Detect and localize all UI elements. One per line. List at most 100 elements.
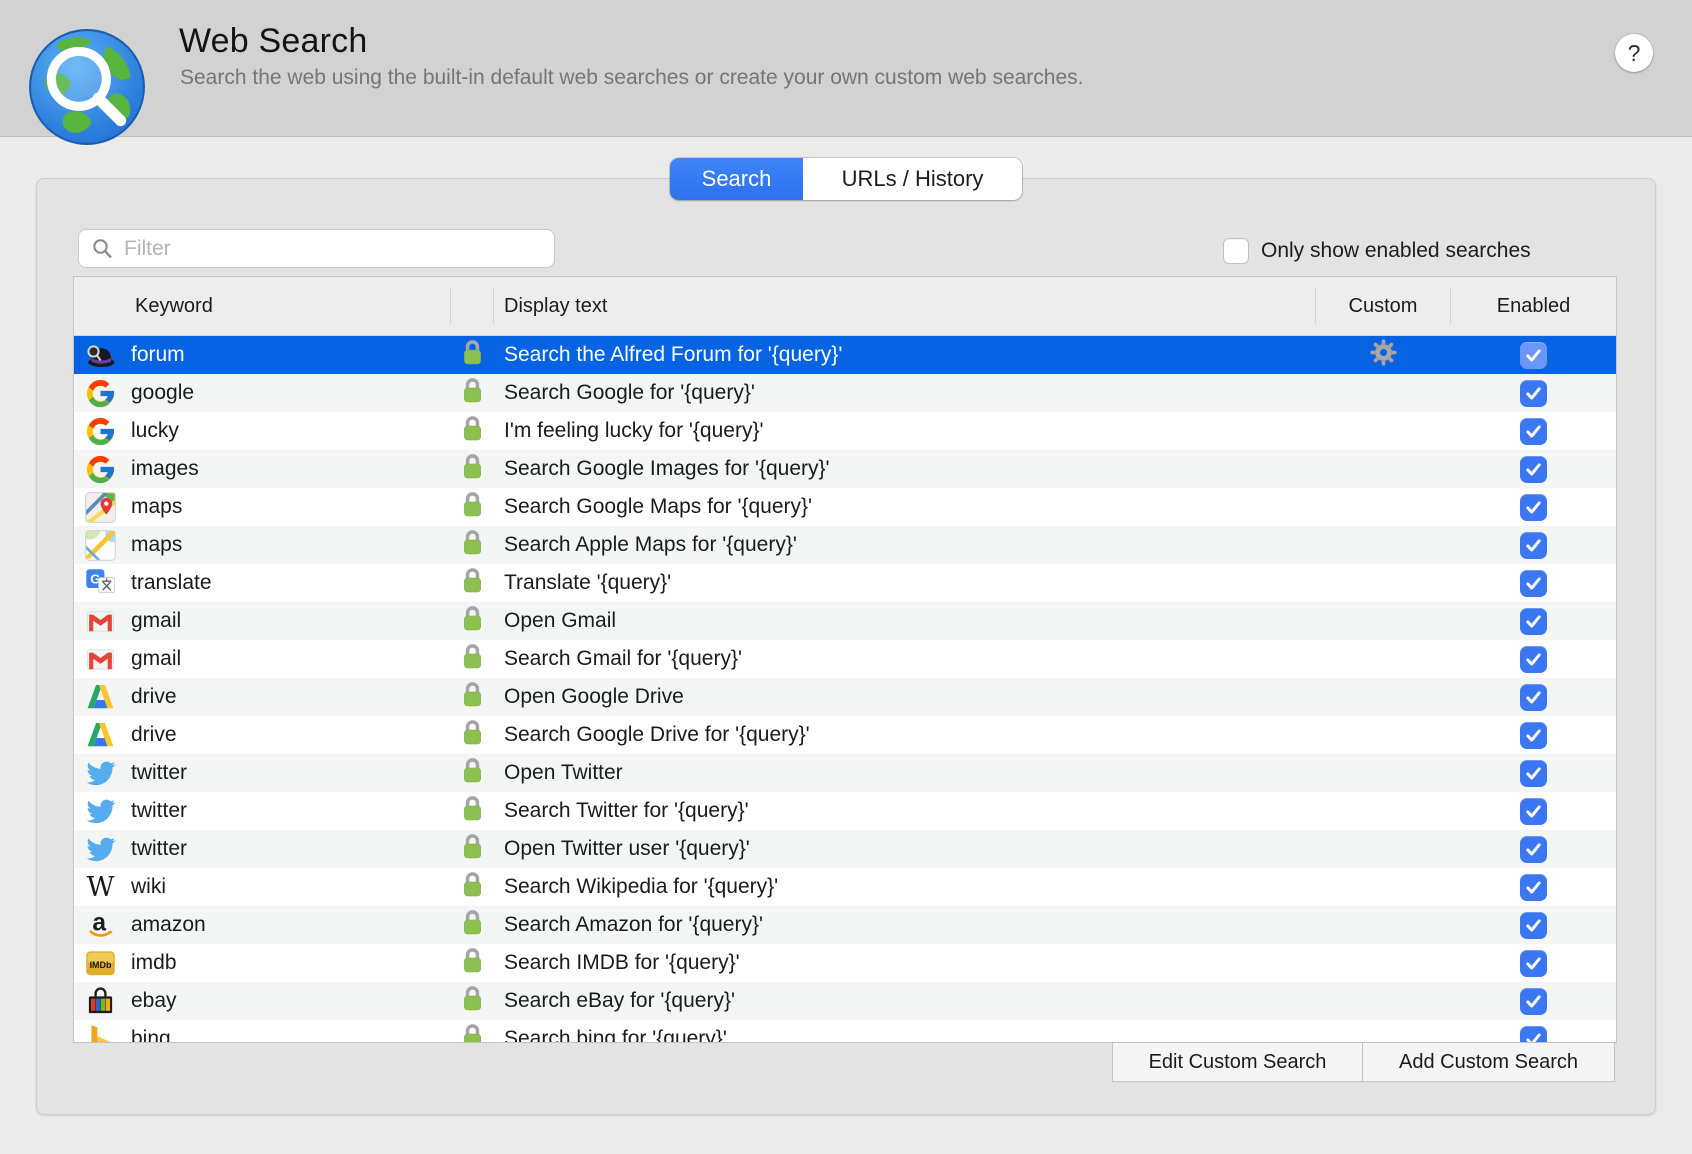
- keyword-cell: Wwiki: [74, 871, 451, 903]
- table-row[interactable]: WwikiSearch Wikipedia for '{query}': [74, 868, 1616, 906]
- table-row[interactable]: mapsSearch Google Maps for '{query}': [74, 488, 1616, 526]
- svg-text:a: a: [92, 910, 106, 937]
- filter-input[interactable]: [124, 237, 524, 261]
- table-row[interactable]: maps Search Apple Maps for '{query}': [74, 526, 1616, 564]
- enabled-checkbox[interactable]: [1520, 608, 1547, 635]
- keyword-text: gmail: [131, 647, 181, 671]
- table-row[interactable]: IMDbimdbSearch IMDB for '{query}': [74, 944, 1616, 982]
- keyword-text: twitter: [131, 799, 187, 823]
- searches-table: Keyword Display text Custom Enabled foru…: [73, 276, 1617, 1043]
- page-subtitle: Search the web using the built-in defaul…: [180, 66, 1083, 90]
- enabled-checkbox[interactable]: [1520, 342, 1547, 369]
- google-icon: [84, 377, 117, 409]
- enabled-checkbox[interactable]: [1520, 418, 1547, 445]
- filter-field[interactable]: [78, 229, 555, 268]
- enabled-cell: [1451, 760, 1616, 787]
- lock-icon: [462, 376, 483, 410]
- google-maps-icon: [84, 491, 117, 523]
- table-row[interactable]: forumSearch the Alfred Forum for '{query…: [74, 336, 1616, 374]
- enabled-checkbox[interactable]: [1520, 646, 1547, 673]
- table-row[interactable]: luckyI'm feeling lucky for '{query}': [74, 412, 1616, 450]
- svg-text:IMDb: IMDb: [90, 960, 112, 970]
- table-row[interactable]: twitterOpen Twitter: [74, 754, 1616, 792]
- enabled-cell: [1451, 874, 1616, 901]
- lock-icon: [462, 680, 483, 714]
- bing-icon: [84, 1023, 117, 1043]
- table-row[interactable]: twitterSearch Twitter for '{query}': [74, 792, 1616, 830]
- display-text-cell: Open Gmail: [494, 609, 1316, 633]
- enabled-cell: [1451, 684, 1616, 711]
- keyword-text: drive: [131, 685, 177, 709]
- column-header-keyword[interactable]: Keyword: [74, 288, 451, 324]
- lock-cell: [451, 718, 494, 752]
- lock-cell: [451, 414, 494, 448]
- lock-cell: [451, 946, 494, 980]
- enabled-checkbox[interactable]: [1520, 950, 1547, 977]
- lock-icon: [462, 756, 483, 790]
- keyword-text: translate: [131, 571, 212, 595]
- enabled-checkbox[interactable]: [1520, 494, 1547, 521]
- enabled-checkbox[interactable]: [1520, 456, 1547, 483]
- enabled-checkbox[interactable]: [1520, 912, 1547, 939]
- edit-custom-search-button[interactable]: Edit Custom Search: [1112, 1042, 1363, 1082]
- table-row[interactable]: aamazon Search Amazon for '{query}': [74, 906, 1616, 944]
- table-row[interactable]: imagesSearch Google Images for '{query}': [74, 450, 1616, 488]
- globe-search-icon: [26, 26, 148, 148]
- keyword-text: lucky: [131, 419, 179, 443]
- keyword-cell: google: [74, 377, 451, 409]
- column-header-lock[interactable]: [451, 288, 494, 324]
- keyword-cell: maps: [74, 529, 451, 561]
- tab-urls-history[interactable]: URLs / History: [803, 158, 1022, 200]
- tab-search[interactable]: Search: [670, 158, 803, 200]
- only-show-enabled: Only show enabled searches: [1223, 238, 1531, 264]
- only-show-enabled-checkbox[interactable]: [1223, 238, 1249, 264]
- display-text-cell: Open Twitter user '{query}': [494, 837, 1316, 861]
- lock-cell: [451, 452, 494, 486]
- enabled-checkbox[interactable]: [1520, 836, 1547, 863]
- display-text-cell: Search Apple Maps for '{query}': [494, 533, 1316, 557]
- enabled-checkbox[interactable]: [1520, 570, 1547, 597]
- web-search-preferences-window: Web Search Search the web using the buil…: [0, 0, 1692, 1154]
- lock-icon: [462, 338, 483, 372]
- magnifier-icon: [91, 237, 115, 261]
- keyword-text: forum: [131, 343, 185, 367]
- enabled-checkbox[interactable]: [1520, 380, 1547, 407]
- page-title: Web Search: [179, 22, 367, 61]
- enabled-checkbox[interactable]: [1520, 532, 1547, 559]
- alfred-hat-icon: [84, 339, 117, 371]
- table-row[interactable]: gmailSearch Gmail for '{query}': [74, 640, 1616, 678]
- gmail-icon: [84, 643, 117, 675]
- column-header-custom[interactable]: Custom: [1316, 288, 1451, 324]
- enabled-checkbox[interactable]: [1520, 798, 1547, 825]
- enabled-checkbox[interactable]: [1520, 988, 1547, 1015]
- column-header-display-text[interactable]: Display text: [494, 288, 1316, 324]
- column-header-enabled[interactable]: Enabled: [1451, 295, 1616, 318]
- table-row[interactable]: google Search Google for '{query}': [74, 374, 1616, 412]
- keyword-cell: gmail: [74, 643, 451, 675]
- keyword-cell: aamazon: [74, 909, 451, 941]
- help-button[interactable]: ?: [1615, 34, 1653, 72]
- table-row[interactable]: GtranslateTranslate '{query}': [74, 564, 1616, 602]
- table-row[interactable]: twitterOpen Twitter user '{query}': [74, 830, 1616, 868]
- keyword-cell: bing: [74, 1023, 451, 1043]
- keyword-text: bing: [131, 1027, 171, 1043]
- table-row[interactable]: driveSearch Google Drive for '{query}': [74, 716, 1616, 754]
- table-row[interactable]: driveOpen Google Drive: [74, 678, 1616, 716]
- display-text-cell: Search Amazon for '{query}': [494, 913, 1316, 937]
- table-row[interactable]: bingSearch bing for '{query}': [74, 1020, 1616, 1043]
- enabled-checkbox[interactable]: [1520, 722, 1547, 749]
- only-show-enabled-label: Only show enabled searches: [1261, 239, 1531, 263]
- enabled-checkbox[interactable]: [1520, 760, 1547, 787]
- enabled-checkbox[interactable]: [1520, 684, 1547, 711]
- gear-icon[interactable]: [1368, 337, 1399, 374]
- add-custom-search-button[interactable]: Add Custom Search: [1362, 1042, 1615, 1082]
- twitter-icon: [84, 833, 117, 865]
- display-text-cell: Search Google for '{query}': [494, 381, 1316, 405]
- table-row[interactable]: gmailOpen Gmail: [74, 602, 1616, 640]
- lock-icon: [462, 566, 483, 600]
- question-mark-icon: ?: [1628, 40, 1641, 67]
- enabled-cell: [1451, 646, 1616, 673]
- table-row[interactable]: ebaySearch eBay for '{query}': [74, 982, 1616, 1020]
- enabled-checkbox[interactable]: [1520, 874, 1547, 901]
- enabled-checkbox[interactable]: [1520, 1026, 1547, 1044]
